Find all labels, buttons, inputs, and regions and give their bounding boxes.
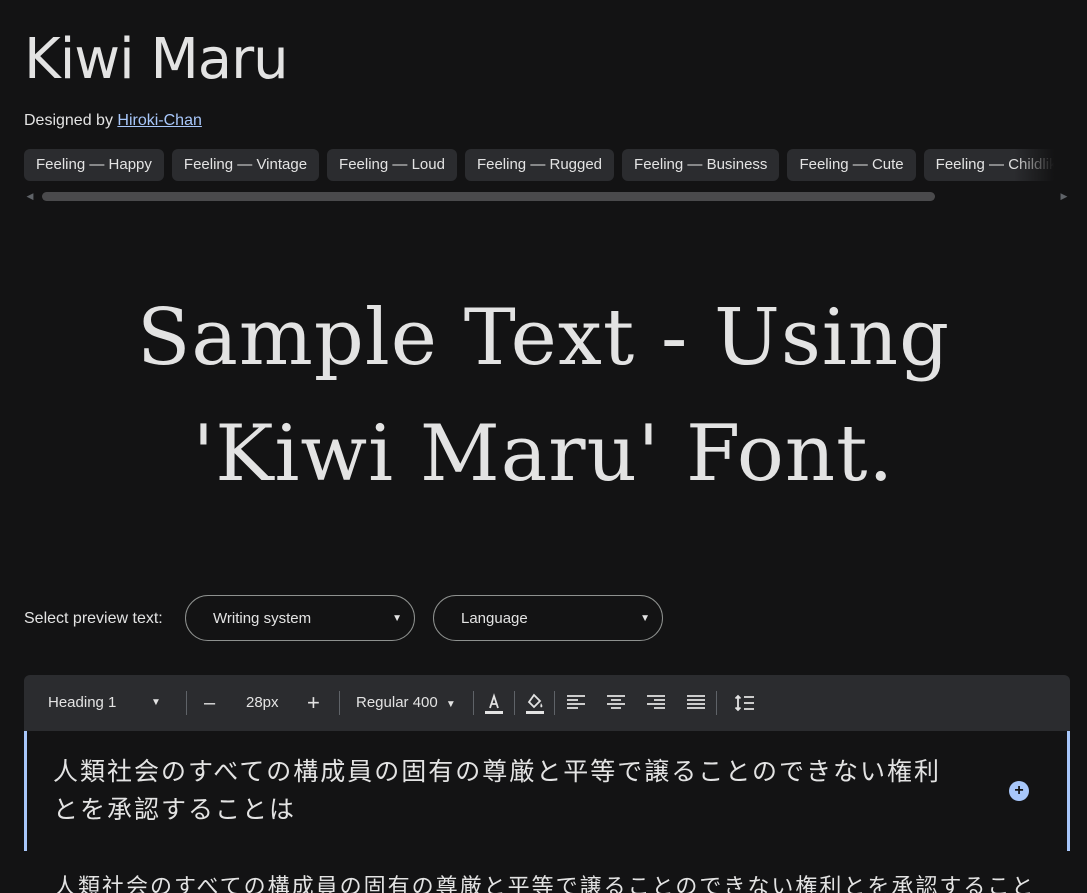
style-select[interactable]: Heading 1 bbox=[48, 675, 116, 731]
designed-by-label: Designed by bbox=[24, 112, 118, 129]
scroll-right-icon[interactable]: ▶ bbox=[1058, 190, 1070, 202]
toolbar-divider bbox=[716, 691, 717, 715]
tag-chip-vintage[interactable]: Feeling — Vintage bbox=[171, 149, 320, 181]
editor-heading-text[interactable]: 人類社会のすべての構成員の固有の尊厳と平等で譲ることのできない権利とを承認するこ… bbox=[53, 753, 953, 829]
tag-chip-happy[interactable]: Feeling — Happy bbox=[24, 149, 164, 181]
toolbar-divider bbox=[473, 691, 474, 715]
scrollbar-thumb[interactable] bbox=[42, 192, 935, 201]
chevron-down-icon: ▼ bbox=[640, 613, 650, 624]
chips-fade bbox=[1014, 149, 1054, 181]
decrease-size-button[interactable]: – bbox=[204, 675, 215, 731]
chevron-down-icon[interactable]: ▼ bbox=[151, 675, 161, 731]
language-value: Language bbox=[461, 610, 528, 627]
highlight-color-icon[interactable] bbox=[523, 691, 547, 715]
writing-system-dropdown[interactable]: Writing system ▼ bbox=[185, 595, 415, 641]
weight-select-value: Regular 400 bbox=[356, 694, 438, 711]
chevron-down-icon: ▼ bbox=[392, 613, 402, 624]
preview-next-line: 人類社会のすべての構成員の固有の尊厳と平等で譲ることのできない権利とを承認するこ… bbox=[54, 875, 1036, 893]
align-right-icon[interactable] bbox=[644, 691, 668, 715]
toolbar-divider bbox=[186, 691, 187, 715]
add-circle-icon[interactable]: + bbox=[1009, 781, 1029, 801]
preview-select-label: Select preview text: bbox=[24, 610, 163, 627]
weight-select[interactable]: Regular 400 ▼ bbox=[356, 675, 456, 731]
designer-line: Designed by Hiroki-Chan bbox=[24, 110, 202, 132]
designer-link[interactable]: Hiroki-Chan bbox=[117, 112, 201, 129]
text-color-icon[interactable] bbox=[482, 691, 506, 715]
tag-chip-business[interactable]: Feeling — Business bbox=[622, 149, 780, 181]
align-justify-icon[interactable] bbox=[684, 691, 708, 715]
tags-scrollbar[interactable]: ◀ ▶ bbox=[24, 190, 1070, 202]
scroll-left-icon[interactable]: ◀ bbox=[24, 190, 36, 202]
tag-chip-loud[interactable]: Feeling — Loud bbox=[327, 149, 457, 181]
chevron-down-icon: ▼ bbox=[445, 699, 456, 710]
language-dropdown[interactable]: Language ▼ bbox=[433, 595, 663, 641]
tag-chip-cute[interactable]: Feeling — Cute bbox=[787, 149, 916, 181]
sample-line-1: Sample Text - Using bbox=[136, 293, 950, 383]
style-select-value: Heading 1 bbox=[48, 694, 117, 711]
align-center-icon[interactable] bbox=[604, 691, 628, 715]
toolbar-divider bbox=[339, 691, 340, 715]
writing-system-value: Writing system bbox=[213, 610, 312, 627]
increase-size-button[interactable]: + bbox=[307, 675, 320, 731]
toolbar-divider bbox=[514, 691, 515, 715]
editor-toolbar: Heading 1 ▼ – 28px + Regular 400 ▼ bbox=[24, 675, 1070, 731]
line-height-icon[interactable] bbox=[733, 691, 757, 715]
font-size-value[interactable]: 28px bbox=[246, 675, 279, 731]
sample-text: Sample Text - Using 'Kiwi Maru' Font. bbox=[40, 280, 1047, 512]
toolbar-divider bbox=[554, 691, 555, 715]
tag-chips: Feeling — Happy Feeling — Vintage Feeling … bbox=[24, 149, 1054, 181]
tag-chip-rugged[interactable]: Feeling — Rugged bbox=[464, 149, 615, 181]
font-title: Kiwi Maru bbox=[24, 27, 289, 92]
align-left-icon[interactable] bbox=[564, 691, 588, 715]
preview-editor[interactable]: 人類社会のすべての構成員の固有の尊厳と平等で譲ることのできない権利とを承認するこ… bbox=[24, 731, 1070, 851]
sample-line-2: 'Kiwi Maru' Font. bbox=[192, 409, 895, 499]
